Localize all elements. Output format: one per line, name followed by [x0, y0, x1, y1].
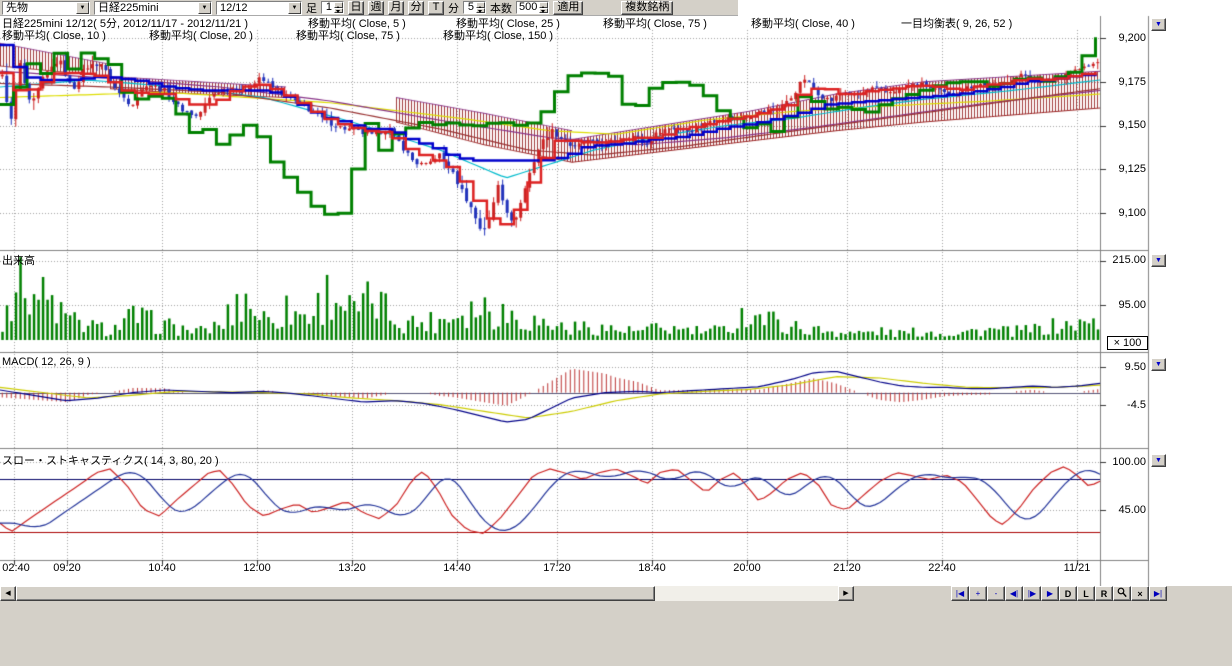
magnifier-icon: [1117, 587, 1127, 598]
price-axis-label: 9,175: [1102, 76, 1146, 88]
volume-axis-label: 215.00: [1102, 254, 1146, 266]
jump-start-button[interactable]: |◀: [951, 586, 969, 601]
indicator-ma10-label: 移動平均( Close, 10 ): [2, 27, 106, 43]
trading-chart-app: { "glyphs": {"dropdown":"▼","collapse":"…: [0, 0, 1232, 666]
volume-pane-label: 出来高: [2, 252, 35, 268]
time-axis-label: 17:20: [543, 562, 571, 574]
chart-window: 先物 ▼ 日経225mini ▼ 12/12 ▼ 足 1 日 週 月 分 T 分…: [0, 0, 1232, 666]
magnify-button[interactable]: [1113, 586, 1131, 601]
zoom-in-button[interactable]: +: [969, 586, 987, 601]
period-month-button[interactable]: 月: [388, 1, 404, 15]
bar-number-label: 本数: [490, 0, 512, 16]
time-axis-label: 18:40: [638, 562, 666, 574]
collapse-macd-pane-button[interactable]: ▼: [1151, 358, 1166, 371]
stochastics-pane-label: スロー・ストキャスティクス( 14, 3, 80, 20 ): [2, 452, 219, 468]
scroll-left-button[interactable]: ◀: [0, 586, 16, 601]
spin-down-icon[interactable]: [334, 8, 343, 14]
time-axis-label: 12:00: [243, 562, 271, 574]
period-day-button[interactable]: 日: [348, 1, 364, 15]
macd-axis-label: -4.5: [1102, 399, 1146, 411]
bar-number-input[interactable]: 500: [516, 1, 549, 14]
minute-value-input[interactable]: 5: [463, 1, 486, 14]
indicator-ma75b-label: 移動平均( Close, 75 ): [296, 27, 400, 43]
bottom-filler: [0, 601, 1232, 666]
macd-pane-label: MACD( 12, 26, 9 ): [2, 356, 91, 368]
multi-symbol-button[interactable]: 複数銘柄: [621, 1, 673, 15]
page-right-button[interactable]: |▶: [1023, 586, 1041, 601]
zoom-out-button[interactable]: -: [987, 586, 1005, 601]
time-axis-label: 22:40: [928, 562, 956, 574]
indicator-ma40-label: 移動平均( Close, 40 ): [751, 15, 855, 31]
price-axis-label: 9,150: [1102, 119, 1146, 131]
contract-month-value: 12/12: [217, 2, 288, 14]
bar-type-label: 足: [306, 0, 317, 16]
symbol-select[interactable]: 日経225mini ▼: [94, 1, 212, 15]
bar-number-value: 500: [517, 2, 539, 13]
r-button[interactable]: R: [1095, 586, 1113, 601]
chevron-down-icon[interactable]: ▼: [198, 2, 211, 14]
volume-axis-label: 95.00: [1102, 299, 1146, 311]
volume-multiplier-badge: × 100: [1107, 336, 1148, 350]
spin-down-icon[interactable]: [476, 8, 485, 14]
price-axis-label: 9,125: [1102, 163, 1146, 175]
horizontal-scrollbar: ◀ ▶ |◀ + - ◀| |▶ ▶ D L R × ▶|: [0, 586, 1232, 601]
indicator-ma150-label: 移動平均( Close, 150 ): [443, 27, 553, 43]
collapse-price-pane-button[interactable]: ▼: [1151, 18, 1166, 31]
indicator-ma20-label: 移動平均( Close, 20 ): [149, 27, 253, 43]
chart-control-buttons: |◀ + - ◀| |▶ ▶ D L R × ▶|: [951, 586, 1167, 601]
instrument-type-value: 先物: [3, 2, 76, 14]
spinner[interactable]: [476, 2, 485, 13]
price-axis-label: 9,200: [1102, 32, 1146, 44]
time-axis-label: 10:40: [148, 562, 176, 574]
spinner[interactable]: [539, 2, 548, 13]
chevron-down-icon[interactable]: ▼: [288, 2, 301, 14]
bar-count-value: 1: [322, 2, 334, 13]
time-axis-label: 02:40: [2, 562, 30, 574]
close-button[interactable]: ×: [1131, 586, 1149, 601]
scroll-right-button[interactable]: ▶: [838, 586, 854, 601]
apply-button[interactable]: 適用: [553, 1, 583, 15]
period-minute-button[interactable]: 分: [408, 1, 424, 15]
time-axis-label: 09:20: [53, 562, 81, 574]
chevron-down-icon[interactable]: ▼: [76, 2, 89, 14]
play-button[interactable]: ▶: [1041, 586, 1059, 601]
stochastics-axis-label: 45.00: [1102, 504, 1146, 516]
time-axis-label: 14:40: [443, 562, 471, 574]
instrument-type-select[interactable]: 先物 ▼: [2, 1, 90, 15]
period-tick-button[interactable]: T: [428, 1, 444, 15]
symbol-value: 日経225mini: [95, 2, 198, 14]
stochastics-axis-label: 100.00: [1102, 456, 1146, 468]
l-button[interactable]: L: [1077, 586, 1095, 601]
chart-canvas[interactable]: [0, 0, 1167, 601]
time-axis-label: 11/21: [1064, 562, 1091, 574]
minute-label: 分: [448, 0, 459, 16]
d-button[interactable]: D: [1059, 586, 1077, 601]
jump-end-button[interactable]: ▶|: [1149, 586, 1167, 601]
period-week-button[interactable]: 週: [368, 1, 384, 15]
spinner[interactable]: [334, 2, 343, 13]
spin-down-icon[interactable]: [539, 8, 548, 14]
indicator-ma75-label: 移動平均( Close, 75 ): [603, 15, 707, 31]
time-axis-label: 21:20: [833, 562, 861, 574]
toolbar: 先物 ▼ 日経225mini ▼ 12/12 ▼ 足 1 日 週 月 分 T 分…: [0, 0, 738, 16]
scrollbar-thumb[interactable]: [16, 586, 655, 601]
indicator-ichimoku-label: 一目均衡表( 9, 26, 52 ): [901, 15, 1012, 31]
time-axis-label: 13:20: [338, 562, 366, 574]
contract-month-select[interactable]: 12/12 ▼: [216, 1, 302, 15]
collapse-stoch-pane-button[interactable]: ▼: [1151, 454, 1166, 467]
collapse-volume-pane-button[interactable]: ▼: [1151, 254, 1166, 267]
price-axis-label: 9,100: [1102, 207, 1146, 219]
page-left-button[interactable]: ◀|: [1005, 586, 1023, 601]
macd-axis-label: 9.50: [1102, 361, 1146, 373]
bar-count-input[interactable]: 1: [321, 1, 344, 14]
time-axis-label: 20:00: [733, 562, 761, 574]
minute-value: 5: [464, 2, 476, 13]
